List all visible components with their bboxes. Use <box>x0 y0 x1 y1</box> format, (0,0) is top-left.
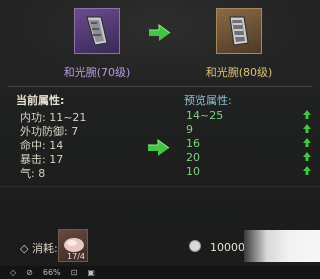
stat-value: 7 <box>71 125 79 138</box>
status-icon: ⊘ <box>26 268 33 277</box>
zoom-level: 66% <box>42 268 61 277</box>
stat-label: 气: <box>20 167 39 180</box>
increase-arrow-icon <box>303 124 311 133</box>
diamond-bullet-icon: ◇ <box>20 242 32 255</box>
current-item-name: 和光腕(70级) <box>63 66 131 79</box>
stat-value: 8 <box>38 167 46 180</box>
material-count: 17/4 <box>67 252 85 261</box>
upgraded-item-name: 和光腕(80级) <box>205 66 273 79</box>
cost-label: ◇ 消耗: <box>20 242 58 255</box>
increase-arrow-icon <box>303 152 311 161</box>
upgrade-arrow-icon <box>148 139 170 156</box>
current-item-slot[interactable] <box>74 8 120 54</box>
increase-arrow-icon <box>303 166 311 175</box>
divider <box>8 86 312 87</box>
upgrade-panel: 和光腕(70级) 和光腕(80级) 当前属性: 内功: 11~21 外功防御: … <box>0 0 320 279</box>
preview-attributes-title: 预览属性: <box>184 94 232 107</box>
status-icon: ⊡ <box>70 268 78 277</box>
preview-stat-value: 14~25 <box>186 109 224 122</box>
current-attributes-title: 当前属性: <box>16 94 65 107</box>
stat-increase-icons <box>303 110 311 175</box>
preview-stat-value: 9 <box>186 123 193 136</box>
upgrade-arrow-icon <box>149 24 171 41</box>
preview-stat-value: 20 <box>186 151 200 164</box>
silver-coin-icon <box>189 240 201 252</box>
current-stat-row: 气: 8 <box>20 165 45 181</box>
money-amount: 10000 <box>210 241 245 254</box>
status-bar: ◇ ⊘ 66% ⊡ ▣ <box>0 266 320 279</box>
upgraded-item-slot[interactable] <box>216 8 262 54</box>
status-icon: ◇ <box>10 268 17 277</box>
preview-stat-value: 10 <box>186 165 200 178</box>
bracer-icon <box>229 16 249 46</box>
bracer-icon <box>86 16 108 46</box>
status-icon: ▣ <box>87 268 95 277</box>
separator <box>0 186 320 187</box>
material-item-slot[interactable]: 17/4 <box>58 229 88 262</box>
stat-value: 17 <box>49 153 64 166</box>
increase-arrow-icon <box>303 138 311 147</box>
upgrade-button[interactable] <box>244 230 320 262</box>
preview-stat-value: 16 <box>186 137 200 150</box>
increase-arrow-icon <box>303 110 311 119</box>
